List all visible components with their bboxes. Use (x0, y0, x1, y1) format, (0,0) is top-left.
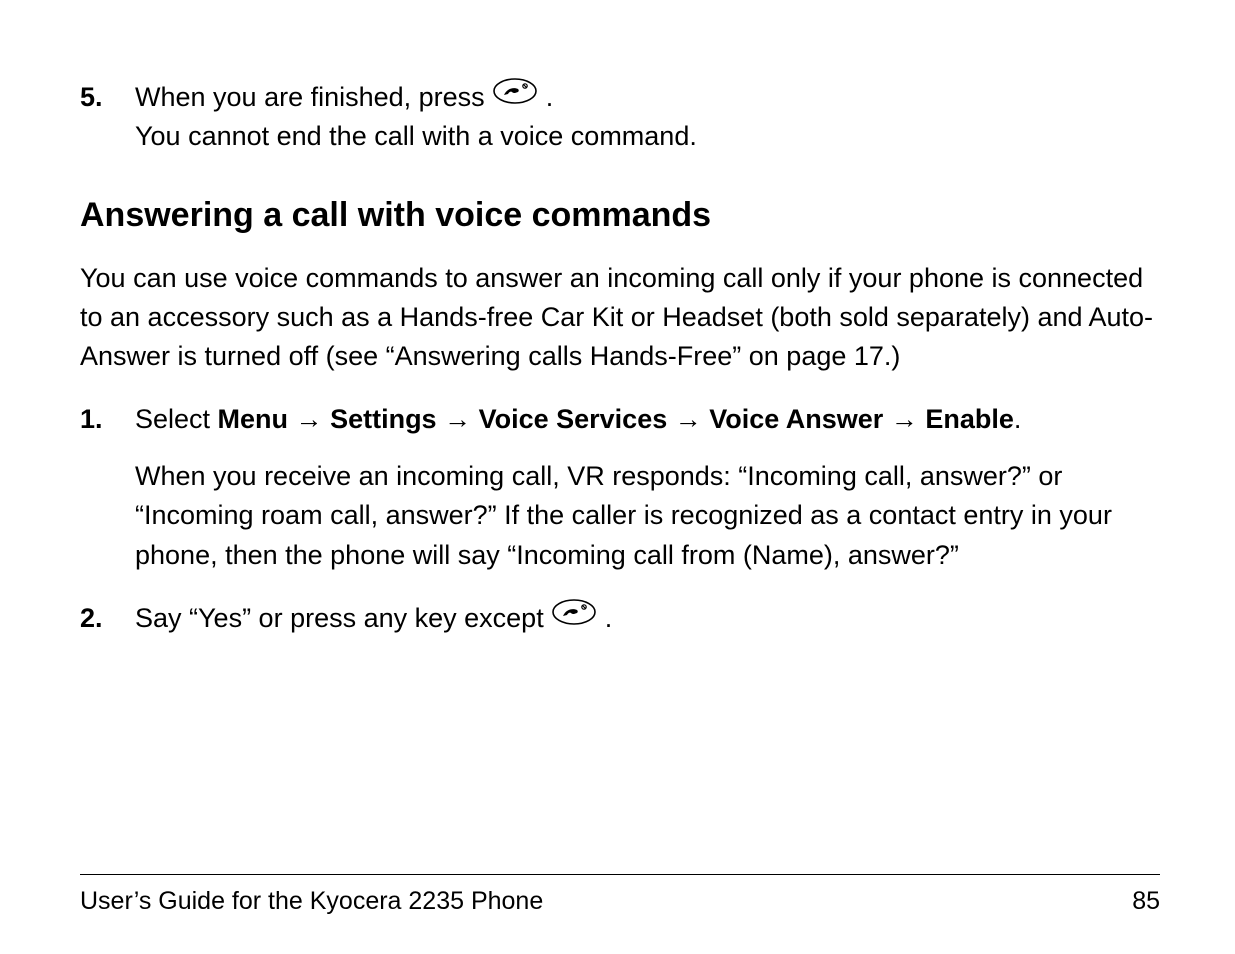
menu-path-item: Settings (330, 404, 437, 434)
end-call-key-icon (492, 77, 538, 116)
arrow-icon: → (437, 404, 479, 434)
menu-path-item: Voice Answer (709, 404, 883, 434)
menu-path-item: Enable (925, 404, 1014, 434)
section-heading: Answering a call with voice commands (80, 194, 1160, 237)
intro-paragraph: You can use voice commands to answer an … (80, 259, 1160, 376)
footer-rule (80, 874, 1160, 875)
step-followup: When you receive an incoming call, VR re… (135, 457, 1160, 574)
text-fragment: Select (135, 404, 218, 434)
arrow-icon: → (667, 404, 709, 434)
end-call-key-icon (551, 598, 597, 637)
page-container: 5. When you are finished, press . You ca… (0, 0, 1235, 954)
arrow-icon: → (883, 404, 925, 434)
step-1: 1. Select Menu → Settings → Voice Servic… (80, 400, 1160, 575)
page-number: 85 (1132, 887, 1160, 916)
text-fragment: . (1014, 404, 1022, 434)
text-fragment: You cannot end the call with a voice com… (135, 121, 697, 151)
step-number: 2. (80, 599, 135, 638)
text-fragment: Say “Yes” or press any key except (135, 603, 551, 633)
arrow-icon: → (288, 404, 330, 434)
step-2: 2. Say “Yes” or press any key except . (80, 599, 1160, 638)
menu-path-item: Voice Services (479, 404, 668, 434)
text-fragment: . (605, 603, 613, 633)
text-fragment: . (546, 82, 554, 112)
footer-title: User’s Guide for the Kyocera 2235 Phone (80, 887, 543, 916)
step-body: Select Menu → Settings → Voice Services … (135, 400, 1160, 575)
step-body: When you are finished, press . You canno… (135, 78, 1160, 156)
step-5: 5. When you are finished, press . You ca… (80, 78, 1160, 156)
step-number: 5. (80, 78, 135, 117)
menu-path-item: Menu (218, 404, 289, 434)
text-fragment: When you are finished, press (135, 82, 492, 112)
step-body: Say “Yes” or press any key except . (135, 599, 1160, 638)
page-footer: User’s Guide for the Kyocera 2235 Phone … (80, 874, 1160, 916)
step-number: 1. (80, 400, 135, 439)
